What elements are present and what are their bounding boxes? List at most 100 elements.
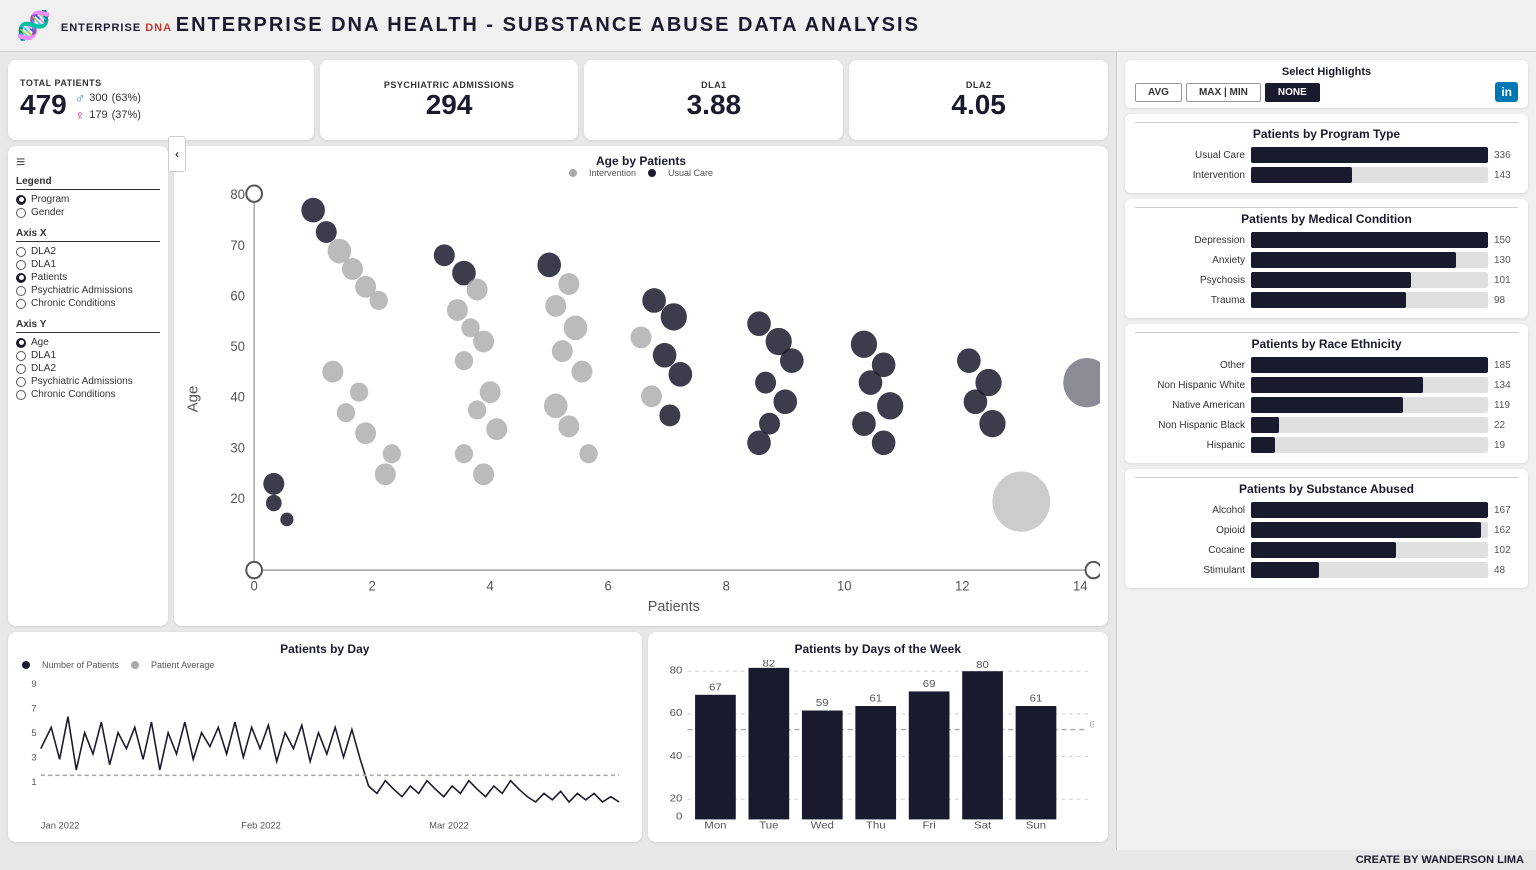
svg-text:1: 1 (31, 777, 36, 788)
fill-nonhispwhite (1251, 377, 1423, 393)
value-alcohol: 167 (1494, 505, 1518, 516)
btn-none[interactable]: NONE (1265, 83, 1320, 102)
header: 🧬 ENTERPRISE DNA ENTERPRISE DNA HEALTH -… (0, 0, 1536, 52)
svg-text:40: 40 (230, 389, 245, 404)
track-alcohol (1251, 502, 1488, 518)
btn-avg[interactable]: AVG (1135, 83, 1182, 102)
axisx-chronic[interactable]: Chronic Conditions (16, 298, 160, 309)
kpi-psychiatric: PSYCHIATRIC ADMISSIONS 294 (320, 60, 579, 140)
value-nonhispwhite: 134 (1494, 380, 1518, 391)
svg-text:2: 2 (369, 578, 376, 593)
medical-section-title: Patients by Medical Condition (1135, 207, 1518, 226)
track-depression (1251, 232, 1488, 248)
line-chart-area: 9 7 5 3 1 Jan 2022 Feb 2022 Mar 2022 (22, 674, 628, 834)
axisx-dla1[interactable]: DLA1 (16, 259, 160, 270)
svg-text:60: 60 (669, 708, 682, 719)
linkedin-icon[interactable]: in (1495, 82, 1518, 102)
svg-text:Mar 2022: Mar 2022 (429, 821, 469, 832)
footer-text: CREATE BY WANDERSON LIMA (1356, 854, 1524, 866)
usual-care-legend-label: Usual Care (668, 168, 713, 178)
medical-section: Patients by Medical Condition Depression… (1125, 199, 1528, 318)
usual-care-legend-dot (648, 169, 656, 177)
legend-panel: ≡ Legend Program Gender Axis X DLA2 (8, 146, 168, 626)
svg-text:Fri: Fri (922, 820, 935, 831)
value-hispanic: 19 (1494, 440, 1518, 451)
axisy-age[interactable]: Age (16, 337, 160, 348)
value-nonhispblack: 22 (1494, 420, 1518, 431)
bar-row-nonhispwhite: Non Hispanic White 134 (1135, 377, 1518, 393)
fill-native (1251, 397, 1403, 413)
radio-chronic-x (16, 299, 26, 309)
radio-psych-y (16, 377, 26, 387)
week-svg: 80 60 40 20 0 (662, 660, 1095, 834)
svg-text:67: 67 (709, 682, 722, 693)
fill-opioid (1251, 522, 1481, 538)
header-logo-block: ENTERPRISE DNA ENTERPRISE DNA HEALTH - S… (61, 14, 920, 37)
axisy-chronic[interactable]: Chronic Conditions (16, 389, 160, 400)
scatter-title: Age by Patients (182, 154, 1100, 168)
main-content: TOTAL PATIENTS 479 ♂ 300 (63%) ♀ 179 (37… (0, 52, 1536, 850)
axisy-dla2[interactable]: DLA2 (16, 363, 160, 374)
svg-text:Sun: Sun (1025, 820, 1045, 831)
collapse-arrow[interactable]: ‹ (168, 136, 186, 172)
female-pct: (37%) (112, 109, 141, 121)
fill-trauma (1251, 292, 1406, 308)
axisx-dla2[interactable]: DLA2 (16, 246, 160, 257)
label-intervention: Intervention (1135, 170, 1245, 181)
svg-text:Mon: Mon (704, 820, 726, 831)
logo-dna: DNA (145, 22, 171, 34)
highlights-buttons: AVG MAX | MIN NONE in (1135, 82, 1518, 102)
btn-max-min[interactable]: MAX | MIN (1186, 83, 1261, 102)
label-stimulant: Stimulant (1135, 565, 1245, 576)
kpi-dla1: DLA1 3.88 (584, 60, 843, 140)
svg-text:61: 61 (1029, 693, 1042, 704)
program-section: Patients by Program Type Usual Care 336 … (1125, 114, 1528, 193)
kpi-total-label: TOTAL PATIENTS (20, 78, 302, 88)
label-alcohol: Alcohol (1135, 505, 1245, 516)
axisy-psych[interactable]: Psychiatric Admissions (16, 376, 160, 387)
scatter-svg: 80 70 60 50 40 30 20 Age 0 2 4 6 (182, 180, 1100, 618)
svg-text:12: 12 (955, 578, 970, 593)
fill-depression (1251, 232, 1488, 248)
svg-text:10: 10 (837, 578, 852, 593)
svg-text:5: 5 (31, 728, 36, 739)
track-native (1251, 397, 1488, 413)
race-section-title: Patients by Race Ethnicity (1135, 332, 1518, 351)
svg-text:Tue: Tue (759, 820, 778, 831)
label-hispanic: Hispanic (1135, 440, 1245, 451)
radio-dla1-y (16, 351, 26, 361)
line-chart-legend: Number of Patients Patient Average (22, 660, 628, 670)
value-trauma: 98 (1494, 295, 1518, 306)
svg-text:Feb 2022: Feb 2022 (241, 821, 281, 832)
fill-cocaine (1251, 542, 1396, 558)
svg-text:8: 8 (723, 578, 730, 593)
radio-psych-x (16, 286, 26, 296)
fill-alcohol (1251, 502, 1488, 518)
fill-usual-care (1251, 147, 1488, 163)
value-stimulant: 48 (1494, 565, 1518, 576)
axisx-patients[interactable]: Patients (16, 272, 160, 283)
scatter-panel: ‹ Age by Patients Intervention Usual Car… (174, 146, 1108, 626)
label-native: Native American (1135, 400, 1245, 411)
label-usual-care: Usual Care (1135, 150, 1245, 161)
legend-gender-label: Gender (31, 207, 64, 218)
svg-text:82: 82 (762, 660, 775, 670)
legend-gender[interactable]: Gender (16, 207, 160, 218)
week-chart-area: 80 60 40 20 0 (662, 660, 1095, 834)
legend-program[interactable]: Program (16, 194, 160, 205)
radio-patients-x (16, 273, 26, 283)
track-intervention (1251, 167, 1488, 183)
bar-row-stimulant: Stimulant 48 (1135, 562, 1518, 578)
line-chart-title: Patients by Day (22, 642, 628, 656)
axisx-psych[interactable]: Psychiatric Admissions (16, 285, 160, 296)
label-trauma: Trauma (1135, 295, 1245, 306)
svg-text:3: 3 (31, 752, 36, 763)
hamburger-icon[interactable]: ≡ (16, 154, 160, 172)
svg-text:40: 40 (669, 750, 682, 761)
svg-text:Thu: Thu (865, 820, 885, 831)
axisy-dla1[interactable]: DLA1 (16, 350, 160, 361)
radio-program (16, 195, 26, 205)
label-nonhispwhite: Non Hispanic White (1135, 380, 1245, 391)
bar-row-native: Native American 119 (1135, 397, 1518, 413)
right-panel: Select Highlights AVG MAX | MIN NONE in … (1116, 52, 1536, 850)
